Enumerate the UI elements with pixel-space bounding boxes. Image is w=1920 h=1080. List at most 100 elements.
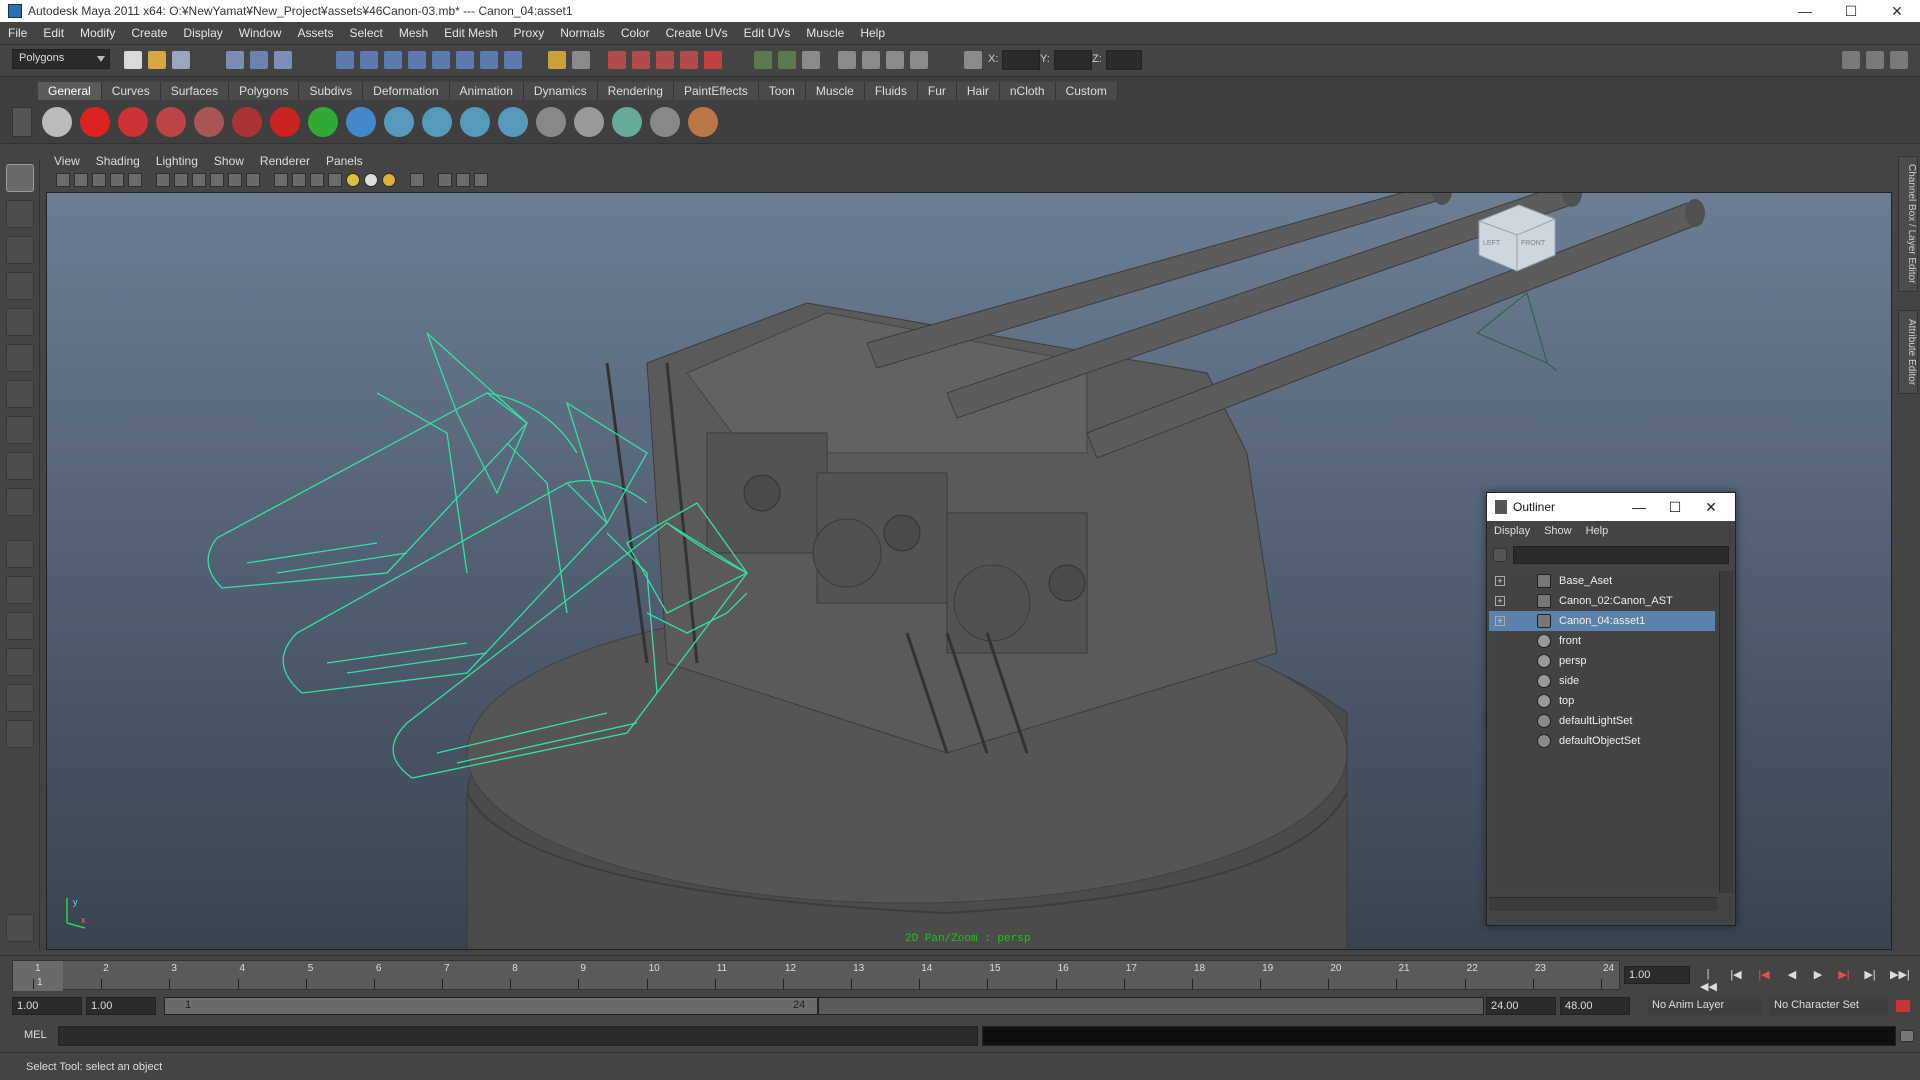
move-tool-icon[interactable] <box>6 272 34 300</box>
select-tool-icon[interactable] <box>6 164 34 192</box>
soft-modification-icon[interactable] <box>6 416 34 444</box>
outliner-item-canon-02[interactable]: + Canon_02:Canon_AST <box>1489 591 1715 611</box>
xray-joints-icon[interactable] <box>456 173 470 187</box>
safe-title-icon[interactable] <box>246 173 260 187</box>
paint-effects-icon[interactable] <box>6 914 34 942</box>
outliner-menu-show[interactable]: Show <box>1537 525 1579 537</box>
toggle-tool-settings-icon[interactable] <box>802 51 820 69</box>
snap-live-icon[interactable] <box>432 51 450 69</box>
default-lighting-icon[interactable] <box>346 173 360 187</box>
shelf-tab-rendering[interactable]: Rendering <box>597 82 674 100</box>
shelf-tab-painteffects[interactable]: PaintEffects <box>673 82 759 100</box>
resolution-gate-icon[interactable] <box>174 173 188 187</box>
hypershade-icon[interactable] <box>704 51 722 69</box>
command-language-label[interactable]: MEL <box>24 1029 47 1041</box>
graph-editor-icon[interactable] <box>536 107 566 137</box>
menu-edit-mesh[interactable]: Edit Mesh <box>436 26 505 40</box>
expand-icon[interactable]: + <box>1495 596 1505 606</box>
menu-create-uvs[interactable]: Create UVs <box>658 26 736 40</box>
shelf-tab-curves[interactable]: Curves <box>101 82 161 100</box>
shadows-icon[interactable] <box>382 173 396 187</box>
isolate-select-icon[interactable] <box>410 173 424 187</box>
menu-edit[interactable]: Edit <box>35 26 72 40</box>
grid-toggle-icon[interactable] <box>128 173 142 187</box>
new-scene-icon[interactable] <box>124 51 142 69</box>
shelf-tab-polygons[interactable]: Polygons <box>229 82 300 100</box>
toggle-modeling-toolkit-icon[interactable] <box>1842 51 1860 69</box>
toggle-attribute-icon[interactable] <box>754 51 772 69</box>
toggle-channel-box-icon[interactable] <box>1866 51 1884 69</box>
outliner-item-persp[interactable]: persp <box>1489 651 1715 671</box>
highlight-selection-icon[interactable] <box>572 51 590 69</box>
select-object-icon[interactable] <box>250 51 268 69</box>
playback-range-bar[interactable]: 1 24 <box>164 997 818 1015</box>
open-scene-icon[interactable] <box>148 51 166 69</box>
ik-handle-icon[interactable] <box>422 107 452 137</box>
panel-layout-icon[interactable] <box>862 51 880 69</box>
outliner-item-default-light-set[interactable]: defaultLightSet <box>1489 711 1715 731</box>
menu-file[interactable]: File <box>0 26 35 40</box>
shelf-tab-general[interactable]: General <box>38 82 102 100</box>
outliner-filter-input[interactable] <box>1513 546 1729 564</box>
play-forward-icon[interactable]: ▶ <box>1810 968 1826 982</box>
playback-start-field[interactable]: 1.00 <box>86 997 156 1015</box>
range-slider-track[interactable] <box>818 997 1484 1015</box>
transform-field-icon[interactable] <box>964 51 982 69</box>
menu-normals[interactable]: Normals <box>552 26 613 40</box>
outliner-menu-help[interactable]: Help <box>1579 525 1616 537</box>
anim-layer-dropdown[interactable]: No Anim Layer <box>1648 997 1762 1015</box>
menu-color[interactable]: Color <box>613 26 658 40</box>
step-back-frame-icon[interactable]: |◀ <box>1728 968 1744 982</box>
shelf-tab-subdivs[interactable]: Subdivs <box>299 82 364 100</box>
xray-icon[interactable] <box>438 173 452 187</box>
shelf-tab-custom[interactable]: Custom <box>1055 82 1118 100</box>
expand-icon[interactable]: + <box>1495 616 1505 626</box>
snap-plane-icon[interactable] <box>408 51 426 69</box>
history-icon[interactable] <box>456 51 474 69</box>
lock-selection-icon[interactable] <box>548 51 566 69</box>
film-gate-icon[interactable] <box>156 173 170 187</box>
shelf-tab-fluids[interactable]: Fluids <box>864 82 918 100</box>
render-settings-icon[interactable] <box>680 51 698 69</box>
outliner-item-top[interactable]: top <box>1489 691 1715 711</box>
safe-action-icon[interactable] <box>228 173 242 187</box>
expand-icon[interactable]: + <box>1495 576 1505 586</box>
outliner-vertical-scrollbar[interactable] <box>1719 571 1733 893</box>
shelf-tab-ncloth[interactable]: nCloth <box>999 82 1056 100</box>
textured-icon[interactable] <box>328 173 342 187</box>
outliner-maximize-button[interactable]: ☐ <box>1655 493 1695 521</box>
snap-grid-icon[interactable] <box>336 51 354 69</box>
shelf-tab-surfaces[interactable]: Surfaces <box>160 82 230 100</box>
go-to-end-icon[interactable]: ▶▶| <box>1890 968 1910 982</box>
outliner-persp-layout-icon[interactable] <box>6 612 34 640</box>
universal-manipulator-icon[interactable] <box>6 380 34 408</box>
all-lights-icon[interactable] <box>364 173 378 187</box>
scene-layout-icon[interactable] <box>838 51 856 69</box>
toggle-channel-icon[interactable] <box>778 51 796 69</box>
menu-modify[interactable]: Modify <box>72 26 123 40</box>
outliner-item-canon-04[interactable]: + Canon_04:asset1 <box>1489 611 1715 631</box>
graph-persp-layout-icon[interactable] <box>6 648 34 676</box>
magnet-icon[interactable] <box>270 107 300 137</box>
maximize-button[interactable]: ☐ <box>1828 0 1874 22</box>
menu-mesh[interactable]: Mesh <box>391 26 436 40</box>
select-component-icon[interactable] <box>274 51 292 69</box>
two-pane-layout-icon[interactable] <box>910 51 928 69</box>
arrow-green-icon[interactable] <box>308 107 338 137</box>
quad-layout-icon[interactable] <box>886 51 904 69</box>
shelf-tab-animation[interactable]: Animation <box>449 82 524 100</box>
bomb-icon[interactable] <box>118 107 148 137</box>
command-input[interactable] <box>58 1026 978 1046</box>
panel-menu-lighting[interactable]: Lighting <box>148 154 206 168</box>
save-scene-icon[interactable] <box>172 51 190 69</box>
sphere-icon[interactable] <box>346 107 376 137</box>
outliner-item-front[interactable]: front <box>1489 631 1715 651</box>
outliner-horizontal-scrollbar[interactable] <box>1489 897 1717 911</box>
menu-assets[interactable]: Assets <box>289 26 341 40</box>
pencil-icon[interactable] <box>232 107 262 137</box>
step-forward-frame-icon[interactable]: ▶| <box>1862 968 1878 982</box>
construction-history-icon[interactable] <box>480 51 498 69</box>
step-forward-key-icon[interactable]: ▶| <box>1836 968 1852 982</box>
menu-help[interactable]: Help <box>852 26 893 40</box>
go-to-start-icon[interactable]: |◀◀ <box>1700 968 1717 993</box>
